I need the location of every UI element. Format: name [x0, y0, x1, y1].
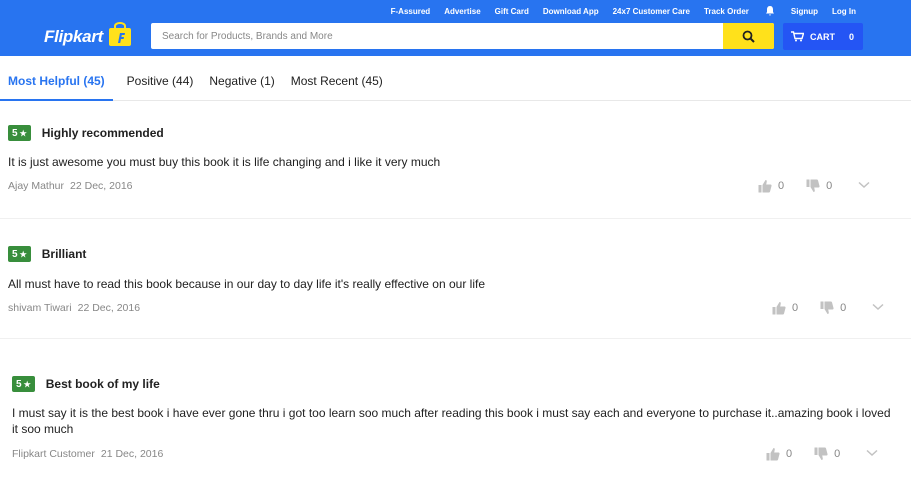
review-author: shivam Tiwari: [8, 302, 72, 314]
chevron-down-icon[interactable]: [858, 180, 870, 192]
review-date: 22 Dec, 2016: [77, 302, 141, 314]
signup-link[interactable]: Signup: [784, 7, 825, 16]
upvote-count: 0: [786, 448, 793, 460]
tab-positive[interactable]: Positive (44): [119, 56, 202, 101]
link-advertise[interactable]: Advertise: [437, 7, 487, 16]
review-author: Flipkart Customer: [12, 448, 95, 460]
top-links: F-Assured Advertise Gift Card Download A…: [384, 5, 863, 17]
cart-label: CART: [810, 31, 835, 42]
thumbs-up-icon: [766, 448, 780, 461]
link-f-assured[interactable]: F-Assured: [384, 7, 438, 16]
downvote-count: 0: [834, 448, 841, 460]
search-bar: [151, 23, 774, 49]
flipkart-bag-icon: [107, 22, 133, 48]
review-meta: Flipkart Customer 21 Dec, 2016: [12, 448, 163, 460]
link-download-app[interactable]: Download App: [536, 7, 606, 16]
review-card: 5 ★ Best book of my life I must say it is…: [0, 339, 911, 500]
star-icon: ★: [19, 128, 27, 138]
review-text: I must say it is the best book i have ev…: [12, 406, 891, 436]
review-card: 5 ★ Brilliant All must have to read this …: [0, 219, 911, 339]
review-meta: shivam Tiwari 22 Dec, 2016: [8, 302, 140, 314]
review-title: Best book of my life: [45, 377, 160, 391]
downvote-count: 0: [826, 180, 833, 192]
review-author: Ajay Mathur: [8, 180, 65, 192]
downvote-button[interactable]: 0: [814, 447, 840, 461]
link-gift-card[interactable]: Gift Card: [488, 7, 536, 16]
thumbs-down-icon: [820, 301, 834, 314]
rating-badge: 5 ★: [8, 246, 31, 262]
rating-badge: 5 ★: [8, 125, 31, 141]
star-icon: ★: [23, 379, 31, 389]
review-title: Brilliant: [41, 247, 87, 261]
review-card: 5 ★ Highly recommended It is just awesome…: [0, 101, 911, 219]
logo-text: Flipkart: [44, 27, 104, 46]
tab-most-recent[interactable]: Most Recent (45): [283, 56, 391, 101]
search-icon: [742, 30, 755, 43]
link-customer-care[interactable]: 24x7 Customer Care: [606, 7, 697, 16]
upvote-button[interactable]: 0: [758, 179, 784, 193]
review-date: 22 Dec, 2016: [70, 180, 133, 192]
downvote-count: 0: [840, 302, 847, 314]
chevron-down-icon[interactable]: [866, 448, 878, 460]
login-link[interactable]: Log In: [825, 7, 863, 16]
search-button[interactable]: [723, 23, 774, 49]
cart-button[interactable]: CART 0: [783, 23, 863, 50]
review-meta: Ajay Mathur 22 Dec, 2016: [8, 180, 133, 192]
review-title: Highly recommended: [41, 126, 164, 140]
tab-most-helpful[interactable]: Most Helpful (45): [0, 56, 113, 101]
star-icon: ★: [19, 249, 27, 259]
thumbs-down-icon: [814, 447, 828, 460]
review-tabs: Most Helpful (45) Positive (44) Negative…: [0, 56, 911, 101]
top-header: F-Assured Advertise Gift Card Download A…: [0, 0, 911, 56]
thumbs-up-icon: [758, 180, 772, 193]
bell-icon[interactable]: [764, 5, 776, 17]
thumbs-down-icon: [806, 179, 820, 192]
review-votes: 0 0: [758, 179, 870, 193]
rating-badge: 5 ★: [12, 376, 35, 392]
review-date: 21 Dec, 2016: [100, 448, 164, 460]
cart-count: 0: [849, 31, 855, 42]
review-text: All must have to read this book because …: [8, 277, 485, 291]
thumbs-up-icon: [772, 302, 786, 315]
upvote-count: 0: [792, 302, 799, 314]
flipkart-logo[interactable]: Flipkart: [44, 22, 133, 48]
search-input[interactable]: [151, 23, 723, 49]
tab-negative[interactable]: Negative (1): [201, 56, 282, 101]
review-votes: 0 0: [772, 301, 884, 315]
downvote-button[interactable]: 0: [820, 301, 846, 315]
cart-icon: [791, 31, 804, 42]
upvote-count: 0: [778, 180, 785, 192]
link-track-order[interactable]: Track Order: [697, 7, 756, 16]
upvote-button[interactable]: 0: [772, 301, 798, 315]
review-text: It is just awesome you must buy this boo…: [8, 155, 441, 169]
review-votes: 0 0: [766, 447, 878, 461]
upvote-button[interactable]: 0: [766, 447, 792, 461]
chevron-down-icon[interactable]: [872, 302, 884, 314]
downvote-button[interactable]: 0: [806, 179, 832, 193]
